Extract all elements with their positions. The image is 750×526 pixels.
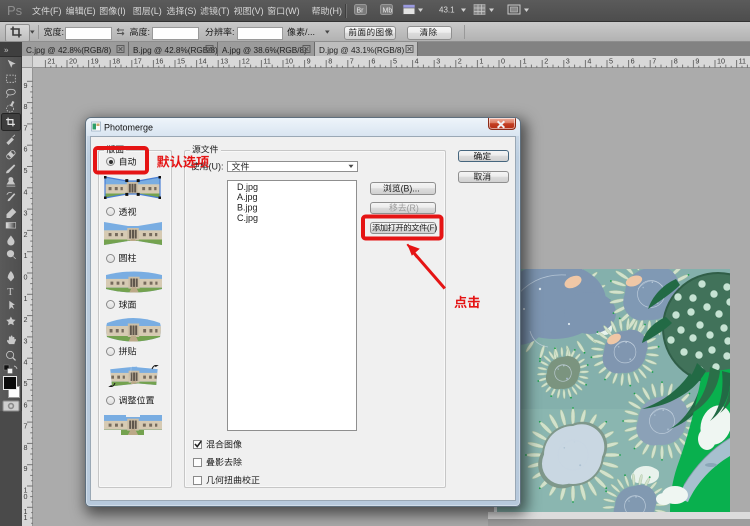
svg-text:T: T [7, 287, 13, 298]
